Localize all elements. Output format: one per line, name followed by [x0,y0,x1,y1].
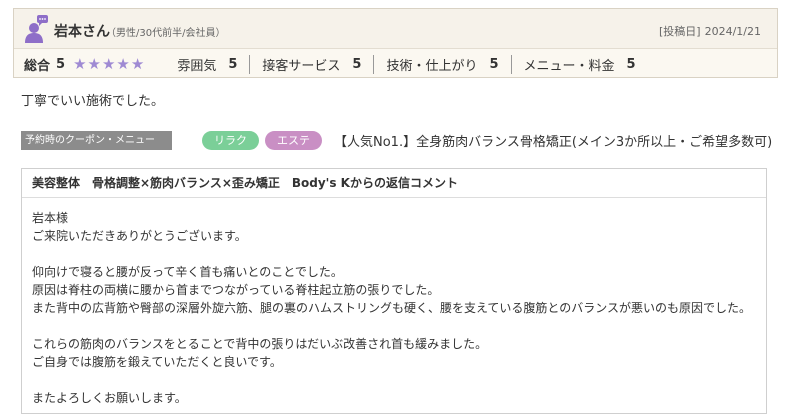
reply-title: 美容整体 骨格調整×筋肉バランス×歪み矯正 Body's Kからの返信コメント [22,169,766,198]
rating-technique: 技術・仕上がり 5 [373,54,510,74]
rating-category-score: 5 [228,56,238,72]
reply-spacer [32,371,757,389]
post-date-label: [投稿日] [659,25,701,38]
reply-spacer [32,317,757,335]
rating-category-score: 5 [352,56,362,72]
reply-spacer [32,245,757,263]
reviewer-name: 岩本さん [54,24,110,40]
tag-esthe[interactable]: エステ [265,130,322,150]
rating-menu-price: メニュー・料金 5 [510,54,648,74]
reply-line: ご来院いただきありがとうございます。 [32,229,247,243]
rating-category-score: 5 [489,56,499,72]
rating-category-label: 技術・仕上がり [386,58,478,74]
post-date: [投稿日] 2024/1/21 [659,23,765,39]
reply-line: 岩本様 [32,211,69,225]
reviewer-meta: （男性/30代前半/会社員） [106,28,226,39]
rating-category-label: 接客サービス [262,58,341,74]
coupon-row: 予約時のクーポン・メニュー リラク エステ 【人気No1.】全身筋肉バランス骨格… [21,130,772,150]
reviewer-row: 岩本さん （男性/30代前半/会社員） [投稿日] 2024/1/21 [14,9,777,49]
reply-body: 岩本様 ご来院いただきありがとうございます。 仰向けで寝ると腰が反って辛く首も痛… [32,209,757,407]
overall-rating-label: 総合 [24,58,51,74]
rating-category-score: 5 [626,56,636,72]
tag-relax[interactable]: リラク [202,130,259,150]
reply-line: 原因は脊柱の両横に腰から首までつながっている脊柱起立筋の張りでした。 [32,283,440,297]
star-rating-icon: ★★★★★ [73,55,146,73]
reply-line: ご自身では腹筋を鍛えていただくと良いです。 [32,355,282,369]
ratings-row: 総合 5 ★★★★★ 雰囲気 5 接客サービス 5 技術・仕上がり 5 メニュー… [14,50,777,78]
overall-rating-score: 5 [56,56,66,72]
rating-category-label: メニュー・料金 [523,58,615,74]
coupon-label: 予約時のクーポン・メニュー [21,130,172,150]
salon-reply-box: 美容整体 骨格調整×筋肉バランス×歪み矯正 Body's Kからの返信コメント … [21,168,767,414]
review-header: 岩本さん （男性/30代前半/会社員） [投稿日] 2024/1/21 総合 5 … [13,8,778,78]
reply-line: また背中の広背筋や臀部の深層外旋六筋、腿の裏のハムストリングも硬く、腰を支えてい… [32,301,752,315]
post-date-value: 2024/1/21 [704,25,761,38]
reply-line: これらの筋肉のバランスをとることで背中の張りはだいぶ改善され首も緩みました。 [32,337,488,351]
rating-atmosphere: 雰囲気 5 [165,55,249,74]
review-text: 丁寧でいい施術でした。 [21,94,165,109]
rating-service: 接客サービス 5 [249,54,373,74]
reply-line: 仰向けで寝ると腰が反って辛く首も痛いとのことでした。 [32,265,343,279]
coupon-menu-name: 【人気No1.】全身筋肉バランス骨格矯正(メイン3か所以上・ご希望多数可) [334,134,773,150]
rating-category-label: 雰囲気 [177,58,217,74]
user-avatar-icon [25,15,48,43]
reply-line: またよろしくお願いします。 [32,391,187,405]
